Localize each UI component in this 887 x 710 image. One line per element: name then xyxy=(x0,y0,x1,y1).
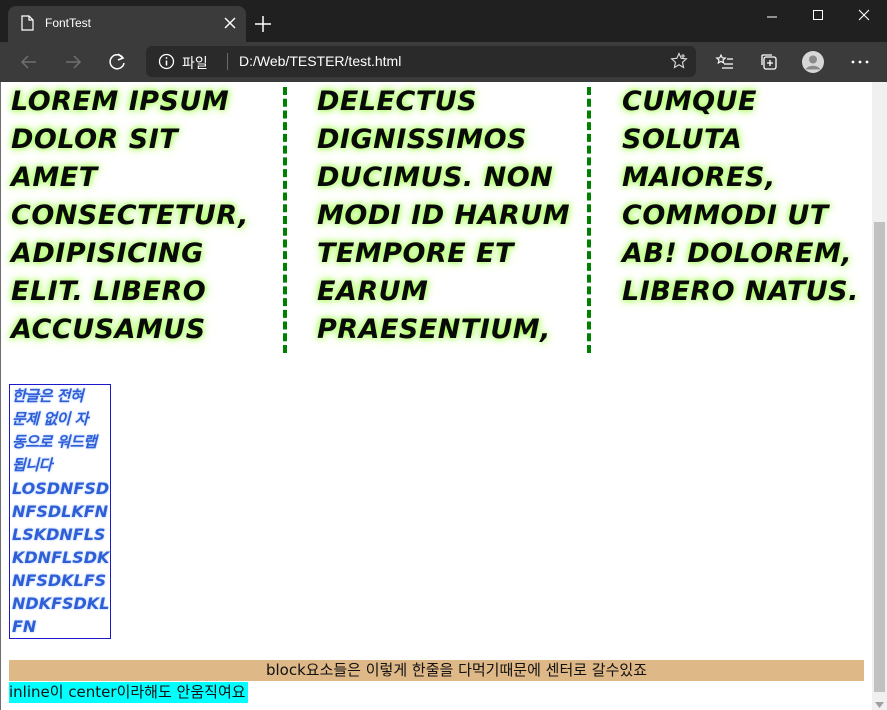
favorites-list-icon[interactable] xyxy=(713,50,737,74)
maximize-icon xyxy=(813,10,823,20)
collections-icon[interactable] xyxy=(757,50,781,74)
minimize-button[interactable] xyxy=(749,0,795,32)
column-line: tempore et xyxy=(317,238,514,269)
info-icon[interactable] xyxy=(158,53,175,70)
inline-text: inline이 center이라해도 안움직여요 xyxy=(9,682,248,703)
column-line: delectus xyxy=(317,86,478,117)
column-line: Lorem ipsum xyxy=(11,86,230,117)
centered-block-text: block요소들은 이렇게 한줄을 다먹기때문에 센터로 갈수있죠 xyxy=(9,660,864,681)
column-line: dolor sit xyxy=(11,124,179,155)
wrap-line: 동으로 워드랩 xyxy=(12,433,97,451)
page-viewport: Lorem ipsum dolor sit amet consectetur, … xyxy=(0,82,872,710)
column-line: consectetur, xyxy=(11,200,249,231)
wrap-line: 문제 없이 자 xyxy=(12,410,88,428)
column-line: ab! Dolorem, xyxy=(622,238,853,269)
column-line: ducimus. Non xyxy=(317,162,554,193)
tab-title: FontTest xyxy=(45,16,92,30)
column-line: adipisicing xyxy=(11,238,204,269)
title-bar: FontTest xyxy=(0,0,887,42)
column-line: commodi ut xyxy=(622,200,829,231)
wrap-line: fn xyxy=(12,617,37,636)
column-line: praesentium, xyxy=(317,314,551,345)
text-column-1: Lorem ipsum dolor sit amet consectetur, … xyxy=(11,83,286,353)
url-separator xyxy=(227,53,228,70)
browser-toolbar: 파일 D:/Web/TESTER/test.html xyxy=(0,42,887,82)
text-column-3: cumque soluta maiores, commodi ut ab! Do… xyxy=(622,83,872,353)
more-dots-icon[interactable] xyxy=(848,50,872,74)
wrap-line: ndkfsdkl xyxy=(12,594,110,613)
scrollbar-thumb[interactable] xyxy=(874,222,885,692)
minimize-icon xyxy=(767,16,777,18)
url-scheme-label: 파일 xyxy=(182,55,208,71)
url-text[interactable]: D:/Web/TESTER/test.html xyxy=(239,53,401,69)
column-line: earum xyxy=(317,276,429,307)
page-icon xyxy=(21,15,34,31)
column-line: accusamus xyxy=(11,314,206,345)
multi-column-text: Lorem ipsum dolor sit amet consectetur, … xyxy=(11,83,861,353)
close-window-button[interactable] xyxy=(841,0,887,32)
wrap-line: nfsdklfs xyxy=(12,571,107,590)
close-tab-icon[interactable] xyxy=(222,15,238,31)
forward-arrow-icon[interactable] xyxy=(61,50,85,74)
wrap-line: lskdnfls xyxy=(12,525,106,544)
browser-tab[interactable]: FontTest xyxy=(8,6,246,42)
scroll-down-arrow-icon[interactable] xyxy=(875,702,884,708)
column-line: libero natus. xyxy=(622,276,859,307)
column-line: maiores, xyxy=(622,162,776,193)
column-rule xyxy=(587,87,591,353)
star-icon[interactable] xyxy=(670,52,688,70)
wrap-line: nfsdlkfn xyxy=(12,502,109,521)
refresh-icon[interactable] xyxy=(105,50,129,74)
wrap-line: kdnflsdk xyxy=(12,548,110,567)
word-wrap-box: 한글은 전혀 문제 없이 자 동으로 워드랩 됩니다 losdnfsd nfsd… xyxy=(9,384,111,639)
vertical-scrollbar[interactable] xyxy=(872,82,887,710)
address-bar[interactable]: 파일 D:/Web/TESTER/test.html xyxy=(146,46,696,77)
column-line: cumque xyxy=(622,86,757,117)
profile-avatar-icon[interactable] xyxy=(801,50,825,74)
column-line: elit. Libero xyxy=(11,276,207,307)
column-line: dignissimos xyxy=(317,124,528,155)
column-line: soluta xyxy=(622,124,743,155)
maximize-button[interactable] xyxy=(795,0,841,32)
back-arrow-icon[interactable] xyxy=(17,50,41,74)
column-line: amet xyxy=(11,162,98,193)
new-tab-icon[interactable] xyxy=(252,13,274,35)
text-column-2: delectus dignissimos ducimus. Non modi i… xyxy=(317,83,592,353)
column-rule xyxy=(283,87,287,353)
wrap-line: losdnfsd xyxy=(12,479,110,498)
close-window-icon xyxy=(858,9,870,21)
column-line: modi id harum xyxy=(317,200,571,231)
wrap-line: 됩니다 xyxy=(12,456,52,474)
wrap-line: 한글은 전혀 xyxy=(12,387,84,405)
